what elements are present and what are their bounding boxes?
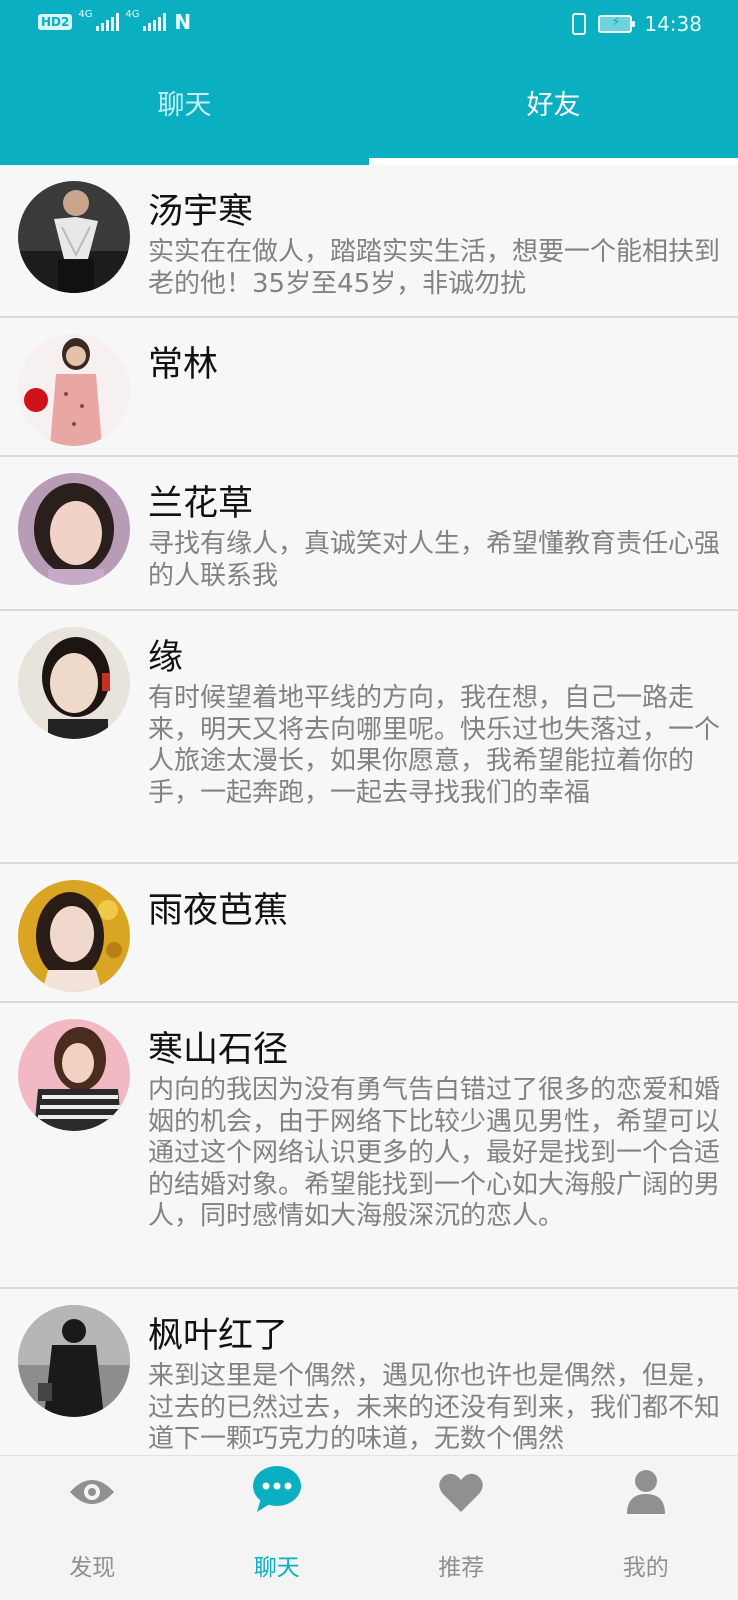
nav-me[interactable]: 我的 (554, 1456, 738, 1600)
friend-name: 兰花草 (148, 484, 254, 524)
app-root: HD2 4G 4G N ⚡ 14:38 聊天 好友 汤宇寒 实实在在做人，踏踏实… (0, 0, 738, 1600)
nav-label: 发现 (69, 1555, 116, 1581)
list-item[interactable]: 缘 有时候望着地平线的方向，我在想，自己一路走来，明天又将去向哪里呢。快乐过也失… (0, 611, 738, 864)
nav-label: 聊天 (253, 1555, 300, 1581)
clock: 14:38 (644, 12, 702, 36)
chat-bubble-icon (251, 1464, 303, 1520)
list-item[interactable]: 汤宇寒 实实在在做人，踏踏实实生活，想要一个能相扶到老的他！35岁至45岁，非诚… (0, 165, 738, 318)
tab-indicator (369, 158, 738, 165)
friend-description: 来到这里是个偶然，遇见你也许也是偶然，但是，过去的已然过去，未来的还没有到来，我… (148, 1361, 721, 1454)
status-bar: HD2 4G 4G N ⚡ 14:38 (0, 0, 738, 52)
list-item[interactable]: 常林 (0, 318, 738, 457)
avatar[interactable] (18, 1305, 130, 1417)
friend-name: 寒山石径 (148, 1030, 289, 1070)
friend-name: 常林 (148, 345, 219, 385)
person-icon (625, 1468, 667, 1518)
avatar[interactable] (18, 627, 130, 739)
tab-chat[interactable]: 聊天 (0, 70, 369, 165)
hd-voice-icon: HD2 (38, 14, 73, 30)
friend-name: 缘 (148, 638, 184, 678)
list-item[interactable]: 枫叶红了 来到这里是个偶然，遇见你也许也是偶然，但是，过去的已然过去，未来的还没… (0, 1289, 738, 1455)
list-item[interactable]: 兰花草 寻找有缘人，真诚笑对人生，希望懂教育责任心强的人联系我 (0, 457, 738, 611)
nav-discover[interactable]: 发现 (0, 1456, 185, 1600)
signal-icon: 4G (78, 9, 120, 31)
friend-name: 枫叶红了 (148, 1316, 289, 1356)
nav-recommend[interactable]: 推荐 (369, 1456, 554, 1600)
nav-label: 推荐 (438, 1555, 485, 1581)
nfc-icon: N (174, 10, 192, 34)
battery-charging-icon: ⚡ (598, 15, 636, 33)
signal-icon: 4G (125, 9, 167, 31)
friend-description: 有时候望着地平线的方向，我在想，自己一路走来，明天又将去向哪里呢。快乐过也失落过… (148, 683, 721, 808)
friend-description: 内向的我因为没有勇气告白错过了很多的恋爱和婚姻的机会，由于网络下比较少遇见男性，… (148, 1075, 721, 1231)
eye-icon (68, 1472, 116, 1516)
avatar[interactable] (18, 181, 130, 293)
nav-chat[interactable]: 聊天 (185, 1456, 370, 1600)
avatar[interactable] (18, 334, 130, 446)
friend-list[interactable]: 汤宇寒 实实在在做人，踏踏实实生活，想要一个能相扶到老的他！35岁至45岁，非诚… (0, 165, 738, 1455)
list-item[interactable]: 雨夜芭蕉 (0, 864, 738, 1003)
friend-name: 汤宇寒 (148, 192, 254, 232)
tab-friends[interactable]: 好友 (369, 70, 738, 165)
avatar[interactable] (18, 1019, 130, 1131)
list-item[interactable]: 寒山石径 内向的我因为没有勇气告白错过了很多的恋爱和婚姻的机会，由于网络下比较少… (0, 1003, 738, 1289)
friend-name: 雨夜芭蕉 (148, 891, 289, 931)
vibrate-icon (572, 13, 587, 35)
status-left: HD2 4G 4G N (38, 9, 192, 34)
avatar[interactable] (18, 473, 130, 585)
header: HD2 4G 4G N ⚡ 14:38 聊天 好友 (0, 0, 738, 165)
nav-label: 我的 (622, 1555, 669, 1581)
top-tabs: 聊天 好友 (0, 70, 738, 165)
friend-description: 寻找有缘人，真诚笑对人生，希望懂教育责任心强的人联系我 (148, 529, 721, 591)
heart-icon (438, 1472, 484, 1518)
avatar[interactable] (18, 880, 130, 992)
bottom-nav: 发现 聊天 推荐 我的 (0, 1455, 738, 1600)
friend-description: 实实在在做人，踏踏实实生活，想要一个能相扶到老的他！35岁至45岁，非诚勿扰 (148, 237, 721, 299)
status-right: ⚡ 14:38 (572, 12, 702, 36)
